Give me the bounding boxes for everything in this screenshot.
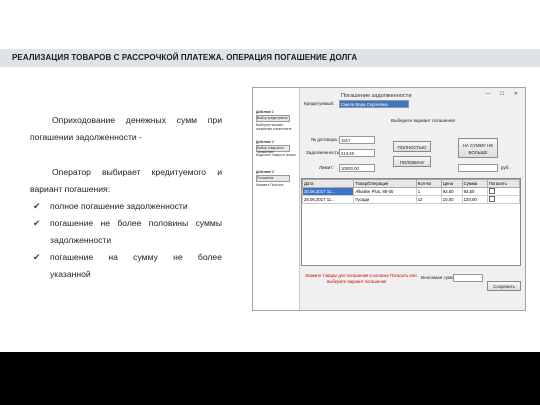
full-repay-button[interactable]: ПОЛНОСТЬЮ: [393, 141, 431, 152]
bullet-text-cont: задолженности: [50, 235, 112, 245]
col-header: Товар/Операция: [353, 179, 417, 188]
col-header: Дата: [301, 179, 355, 188]
sum-input[interactable]: [458, 164, 498, 172]
debt-label: Задолженность:: [306, 150, 341, 155]
creditee-field[interactable]: Смела Вера Сергеевна: [339, 100, 409, 108]
hint-text: Укажите товары для погашения в колонке П…: [305, 273, 417, 284]
slide-body: Оприходование денежных сумм при погашени…: [30, 112, 222, 283]
steps-sidebar: Действие 1 Выбор кредитуемого Выберите в…: [253, 88, 300, 310]
col-header: Цена: [440, 179, 463, 188]
para2-line1: Оператор выбирает кредитуемого и: [52, 167, 222, 177]
limit-label: Лимит:: [319, 165, 334, 170]
col-header: Погасить: [486, 179, 521, 188]
step-button[interactable]: Выбор товаров по погашению: [256, 145, 290, 154]
goods-table: Дата Товар/Операция Кол-во Цена Сумма По…: [301, 178, 521, 266]
debt-repayment-window: Действие 1 Выбор кредитуемого Выберите в…: [252, 87, 526, 311]
col-header: Кол-во: [415, 179, 442, 188]
bullet-item: ✔ погашение на сумму не более указанной: [30, 249, 222, 283]
contract-label: № договора:: [311, 137, 338, 142]
col-header: Сумма: [461, 179, 488, 188]
sidebar-step: Действие 1 Выбор кредитуемого Выберите в…: [256, 110, 292, 131]
repay-checkbox[interactable]: [488, 196, 495, 202]
table-row[interactable]: 25.06.2017 11... Alkaline Plus, 85-00 1 …: [301, 187, 521, 196]
bullet-item: ✔ погашение не более половины суммы задо…: [30, 215, 222, 249]
currency-label: руб.: [501, 165, 510, 170]
sidebar-step: Действие 2 Выбор товаров по погашению Вы…: [256, 140, 296, 157]
bullet-text: полное погашение задолженности: [50, 201, 188, 211]
bullet-text: погашение на сумму не более: [50, 252, 222, 262]
slide: РЕАЛИЗАЦИЯ ТОВАРОВ С РАССРОЧКОЙ ПЛАТЕЖА.…: [0, 0, 540, 352]
slide-title: РЕАЛИЗАЦИЯ ТОВАРОВ С РАССРОЧКОЙ ПЛАТЕЖА.…: [12, 53, 358, 62]
bullet-text: погашение не более половины суммы: [50, 218, 222, 228]
creditee-label: Кредитуемый:: [304, 101, 335, 106]
step-button[interactable]: Выбор кредитуемого: [256, 115, 290, 122]
bullet-list: ✔ полное погашение задолженности ✔ погаш…: [30, 198, 222, 283]
contract-field[interactable]: 1517: [339, 136, 375, 144]
checkmark-icon: ✔: [33, 252, 41, 262]
half-repay-button[interactable]: ПОЛОВИНУ: [393, 156, 431, 167]
bullet-item: ✔ полное погашение задолженности: [30, 198, 222, 215]
limit-field[interactable]: 10000,00: [339, 164, 375, 172]
choose-variant-label: Выберите вариант погашения: [391, 118, 456, 123]
para1-line1: Оприходование денежных сумм при: [52, 115, 222, 125]
step-button[interactable]: Погашение: [256, 175, 290, 182]
debt-field[interactable]: 213,50: [339, 149, 375, 157]
window-controls[interactable]: — ☐ ✕: [486, 91, 522, 97]
table-row[interactable]: 25.06.2017 11... Гусади 12 10,00 120,00: [301, 195, 521, 204]
input-sum-field[interactable]: [453, 274, 483, 282]
save-button[interactable]: Сохранить: [487, 281, 521, 291]
checkmark-icon: ✔: [33, 218, 41, 228]
sum-limit-button[interactable]: НА СУММУ НЕ БОЛЬШЕ: [458, 138, 498, 158]
para2-line2: вариант погашения:: [30, 184, 111, 194]
para1-line2: погашении задолженности -: [30, 132, 142, 142]
window-title: Погашение задолженности: [341, 93, 412, 99]
sidebar-step: Действие 3 Погашение Нажмите Погасить: [256, 170, 296, 187]
checkmark-icon: ✔: [33, 201, 41, 211]
repay-checkbox[interactable]: [488, 188, 495, 194]
bullet-text-cont: указанной: [50, 269, 91, 279]
